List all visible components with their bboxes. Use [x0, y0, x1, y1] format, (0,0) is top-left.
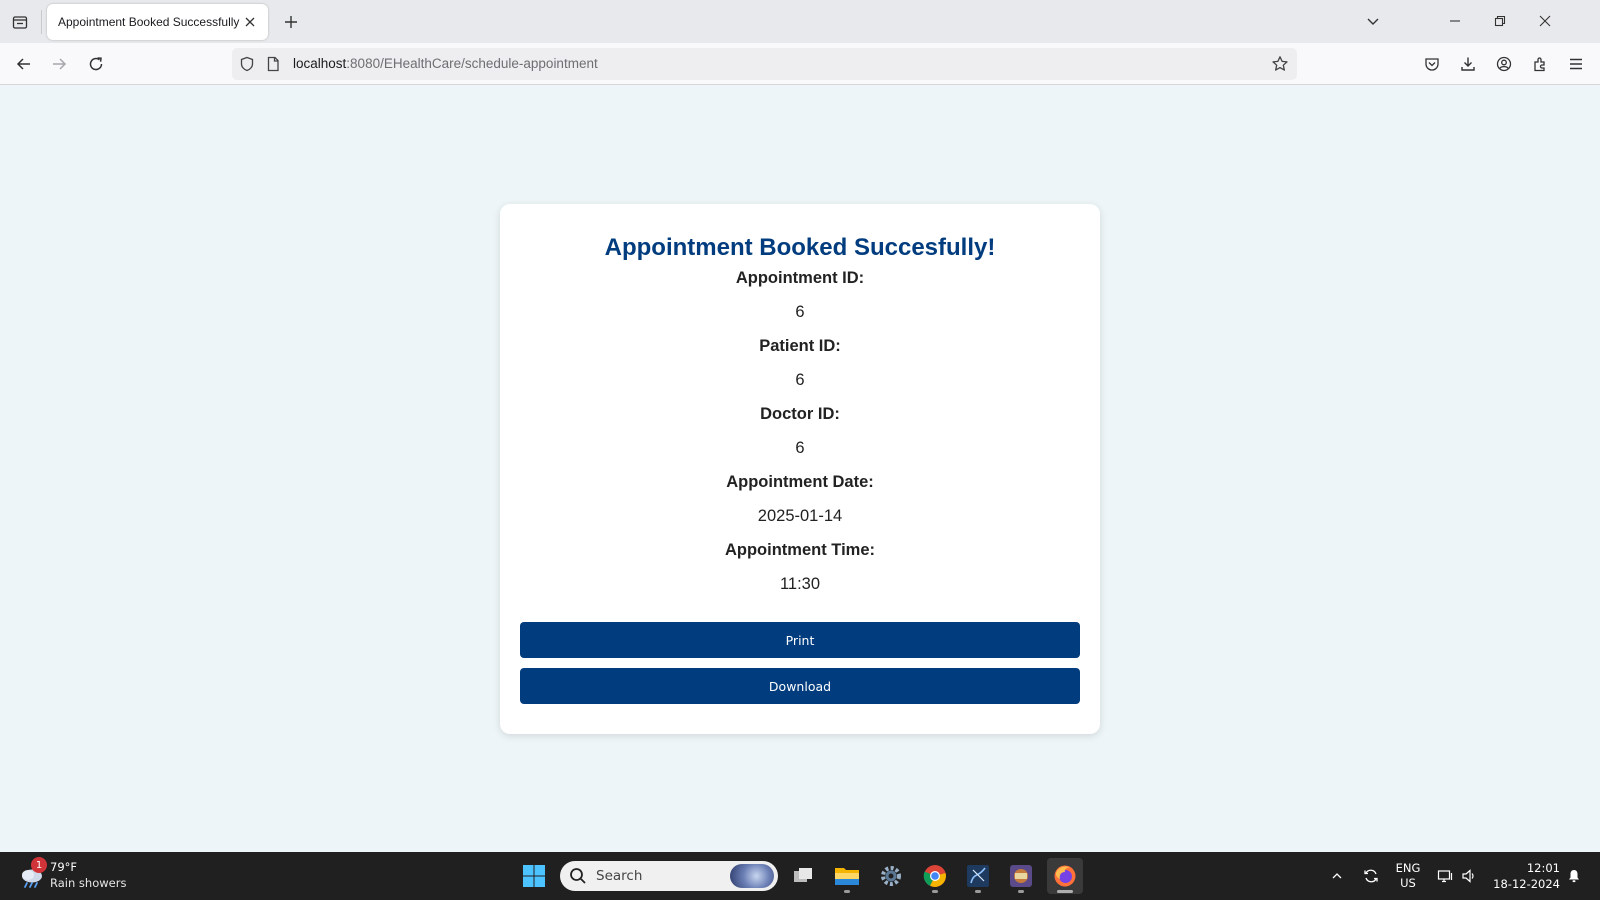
tab-divider: [41, 10, 42, 34]
tab-title: Appointment Booked Successfully: [58, 15, 240, 29]
running-indicator: [975, 890, 981, 893]
appointment-time-label: Appointment Time:: [724, 541, 876, 559]
browser-tab-bar: Appointment Booked Successfully: [0, 0, 1600, 43]
file-explorer-icon[interactable]: [829, 858, 865, 894]
chrome-icon[interactable]: [917, 858, 953, 894]
appointment-time-value: 11:30: [779, 575, 821, 593]
running-indicator: [844, 890, 850, 893]
taskbar-search-input[interactable]: Search: [560, 861, 778, 891]
volume-icon[interactable]: [1458, 852, 1480, 900]
windows-taskbar: 1 79°F Rain showers Search ENG US 12:01 …: [0, 852, 1600, 900]
shield-icon[interactable]: [238, 55, 256, 73]
reload-icon[interactable]: [83, 51, 109, 77]
weather-temperature: 79°F: [50, 860, 77, 874]
system-clock[interactable]: 12:01 18-12-2024: [1488, 860, 1560, 892]
code-editor-icon[interactable]: [960, 858, 996, 894]
settings-gear-icon[interactable]: [873, 858, 909, 894]
language-code: ENG: [1395, 861, 1421, 875]
bookmark-star-icon[interactable]: [1270, 54, 1290, 74]
close-window-icon[interactable]: [1532, 8, 1558, 34]
page-viewport: Appointment Booked Succesfully! Appointm…: [0, 85, 1600, 852]
language-indicator[interactable]: ENG US: [1393, 852, 1423, 900]
downloads-icon[interactable]: [1455, 51, 1481, 77]
keyboard-region: US: [1400, 876, 1416, 890]
appointment-date-label: Appointment Date:: [726, 473, 874, 491]
page-info-icon[interactable]: [264, 55, 282, 73]
account-icon[interactable]: [1491, 51, 1517, 77]
search-highlight-image: [730, 864, 774, 888]
download-button[interactable]: Download: [520, 668, 1080, 704]
weather-widget[interactable]: 1 79°F Rain showers: [16, 857, 136, 892]
active-tab[interactable]: Appointment Booked Successfully: [47, 4, 268, 40]
task-view-icon[interactable]: [785, 858, 821, 894]
app-icon[interactable]: [1003, 858, 1039, 894]
list-all-tabs-chevron-icon[interactable]: [1360, 8, 1386, 34]
appointment-id-label: Appointment ID:: [735, 269, 865, 287]
patient-id-value: 6: [795, 371, 805, 389]
running-indicator: [932, 890, 938, 893]
running-indicator: [1018, 890, 1024, 893]
network-icon[interactable]: [1434, 852, 1456, 900]
doctor-id-value: 6: [795, 439, 805, 457]
patient-id-label: Patient ID:: [759, 337, 841, 355]
firefox-icon[interactable]: [1047, 858, 1083, 894]
confirmation-title: Appointment Booked Succesfully!: [604, 234, 996, 261]
sync-icon[interactable]: [1360, 852, 1382, 900]
url-host: localhost: [293, 56, 347, 71]
print-button[interactable]: Print: [520, 622, 1080, 658]
active-app-indicator: [1057, 890, 1073, 893]
url-text: localhost:8080/EHealthCare/schedule-appo…: [293, 56, 598, 71]
search-placeholder: Search: [596, 868, 643, 884]
appointment-date-value: 2025-01-14: [757, 507, 843, 525]
confirmation-card: Appointment Booked Succesfully! Appointm…: [500, 204, 1100, 734]
start-windows-icon[interactable]: [516, 858, 552, 894]
restore-icon[interactable]: [1487, 8, 1513, 34]
browser-toolbar: localhost:8080/EHealthCare/schedule-appo…: [0, 43, 1600, 85]
weather-description: Rain showers: [50, 876, 127, 890]
doctor-id-label: Doctor ID:: [760, 405, 840, 423]
minimize-icon[interactable]: [1442, 8, 1468, 34]
address-bar[interactable]: localhost:8080/EHealthCare/schedule-appo…: [232, 48, 1297, 80]
tab-list-icon[interactable]: [8, 10, 32, 34]
new-tab-icon[interactable]: [279, 10, 303, 34]
forward-arrow-icon[interactable]: [46, 51, 72, 77]
extensions-icon[interactable]: [1527, 51, 1553, 77]
weather-notification-badge: 1: [31, 857, 47, 873]
clock-date: 18-12-2024: [1493, 877, 1560, 891]
back-arrow-icon[interactable]: [11, 51, 37, 77]
menu-hamburger-icon[interactable]: [1563, 51, 1589, 77]
clock-time: 12:01: [1526, 861, 1560, 875]
show-hidden-icons-chevron-icon[interactable]: [1326, 852, 1348, 900]
notification-bell-icon[interactable]: [1563, 852, 1585, 900]
url-path: :8080/EHealthCare/schedule-appointment: [346, 56, 598, 71]
appointment-id-value: 6: [795, 303, 805, 321]
pocket-icon[interactable]: [1419, 51, 1445, 77]
search-icon: [570, 868, 586, 884]
close-tab-icon[interactable]: [241, 13, 259, 31]
